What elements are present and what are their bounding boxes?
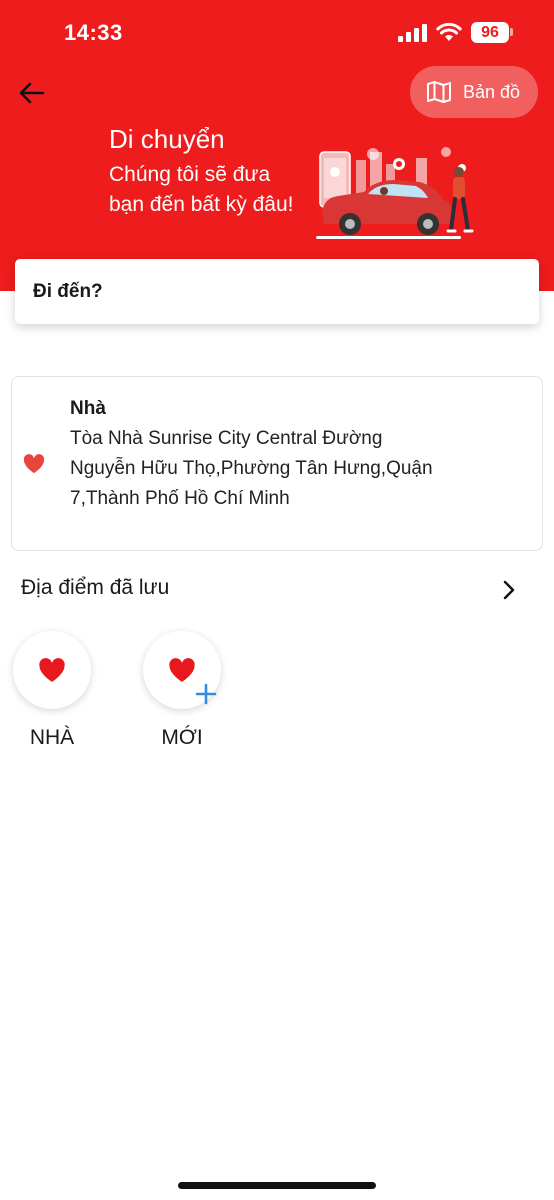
heart-icon bbox=[39, 658, 65, 682]
destination-placeholder: Đi đến? bbox=[33, 281, 103, 302]
status-bar: 14:33 96 bbox=[0, 0, 554, 64]
home-address-card[interactable]: Nhà Tòa Nhà Sunrise City Central Đường N… bbox=[11, 376, 543, 551]
plus-icon bbox=[195, 683, 217, 705]
saved-place-home-label: NHÀ bbox=[29, 726, 75, 749]
saved-place-new-label: MỚI bbox=[161, 726, 203, 749]
page-subtitle: Chúng tôi sẽ đưa bạn đến bất kỳ đâu! bbox=[109, 163, 294, 216]
status-time: 14:33 bbox=[64, 20, 123, 45]
heart-icon bbox=[169, 658, 195, 682]
saved-place-home-button[interactable] bbox=[13, 631, 91, 709]
home-place-name: Nhà bbox=[70, 398, 106, 419]
battery-icon: 96 bbox=[471, 22, 509, 43]
home-place-address: Tòa Nhà Sunrise City Central Đường Nguyễ… bbox=[70, 428, 433, 509]
saved-places-label: Địa điểm đã lưu bbox=[21, 576, 170, 599]
map-button-label: Bản đồ bbox=[463, 81, 521, 102]
map-icon bbox=[427, 81, 451, 103]
wifi-icon bbox=[436, 22, 462, 41]
map-button[interactable]: Bản đồ bbox=[410, 66, 538, 118]
page-title: Di chuyển bbox=[109, 124, 225, 154]
destination-search-field[interactable]: Đi đến? bbox=[15, 259, 539, 324]
chevron-right-icon bbox=[503, 580, 515, 600]
back-arrow-icon[interactable] bbox=[16, 78, 48, 108]
car-illustration bbox=[316, 147, 474, 239]
home-indicator bbox=[178, 1182, 376, 1189]
saved-places-row[interactable]: Địa điểm đã lưu bbox=[0, 568, 554, 612]
cellular-signal-icon bbox=[398, 24, 427, 42]
battery-tip bbox=[510, 28, 513, 36]
heart-icon bbox=[23, 454, 45, 474]
